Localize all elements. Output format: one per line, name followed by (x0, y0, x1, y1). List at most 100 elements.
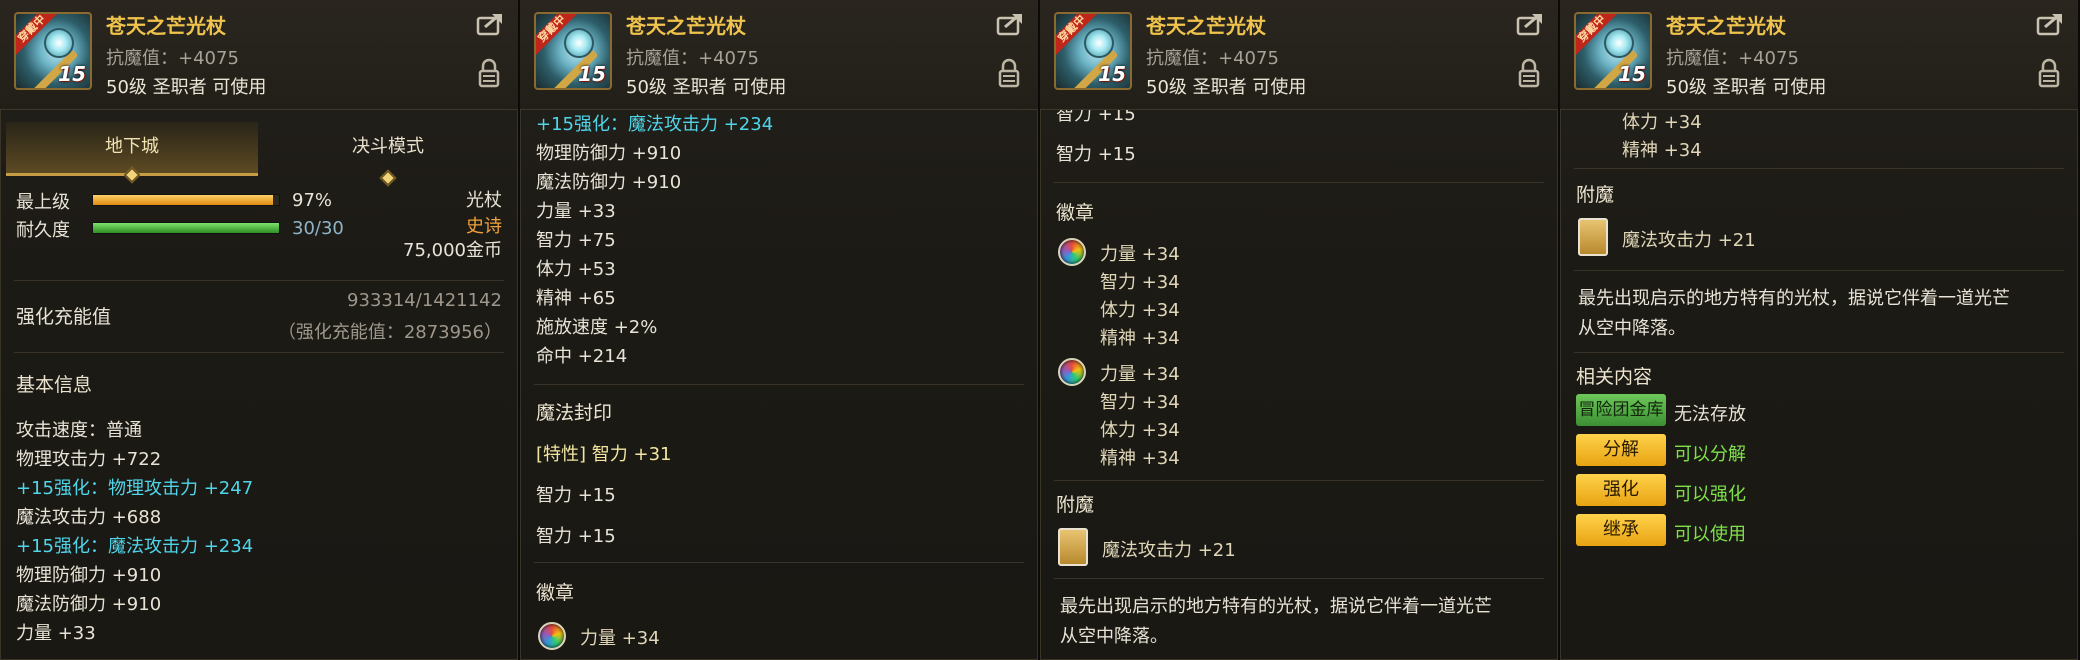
staff-item-icon: 穿戴中 15 (14, 12, 92, 90)
staff-item-icon: 穿戴中 15 (534, 12, 612, 90)
enhance-status: 可以强化 (1674, 484, 1746, 505)
badge-stat: 智力 +34 (1100, 272, 1180, 293)
divider (1054, 182, 1544, 183)
seal-line: [特性] 智力 +31 (536, 444, 672, 465)
enchant-card-icon (1058, 528, 1088, 566)
tooltip-header: 穿戴中 15 苍天之芒光杖 抗魔值：+4075 50级 圣职者 可使用 (1040, 0, 1558, 110)
adventure-vault-button[interactable]: 冒险团金库 (1576, 394, 1666, 426)
enhance-button[interactable]: 强化 (1576, 474, 1666, 506)
disassemble-status: 可以分解 (1674, 444, 1746, 465)
rainbow-orb-icon (1058, 358, 1086, 386)
grade-bar-fill (93, 195, 274, 205)
grade-bar (92, 194, 280, 206)
item-anti-magic-stat: 抗魔值：+4075 (1666, 48, 1799, 69)
charge-value: 933314/1421142 (347, 290, 502, 311)
enhance-level-badge: 15 (1098, 62, 1126, 86)
rarity-label: 史诗 (466, 216, 502, 237)
item-anti-magic-stat: 抗魔值：+4075 (1146, 48, 1279, 69)
enchant-stat: 魔法攻击力 +21 (1622, 230, 1756, 251)
lock-icon[interactable] (998, 58, 1020, 88)
divider (534, 562, 1024, 563)
item-tooltip-panel-4: 穿戴中 15 苍天之芒光杖 抗魔值：+4075 50级 圣职者 可使用 体力 +… (1560, 0, 2080, 660)
enchant-stat: 魔法攻击力 +21 (1102, 540, 1236, 561)
badge-stat: 体力 +34 (1622, 112, 1702, 133)
badge-stat: 精神 +34 (1100, 328, 1180, 349)
divider (1574, 270, 2064, 271)
item-tooltip-panel-1: 穿戴中 15 苍天之芒光杖 抗魔值：+4075 50级 圣职者 可使用 地下城 … (0, 0, 520, 660)
divider (14, 352, 504, 353)
inherit-button[interactable]: 继承 (1576, 514, 1666, 546)
related-content-title: 相关内容 (1576, 366, 1653, 388)
badge-stat: 力量 +34 (1100, 244, 1180, 265)
grade-label: 最上级 (16, 192, 70, 213)
enhance-level-badge: 15 (1618, 62, 1646, 86)
basic-info-line: 攻击速度：普通 (16, 420, 142, 441)
staff-item-icon: 穿戴中 15 (1054, 12, 1132, 90)
lock-icon[interactable] (478, 58, 500, 88)
item-description: 从空中降落。 (1578, 318, 1686, 339)
durability-bar-fill (93, 223, 279, 233)
tab-duel[interactable]: 决斗模式 (262, 122, 514, 187)
item-requirement: 50级 圣职者 可使用 (1146, 77, 1307, 98)
durability-bar (92, 222, 280, 234)
item-name: 苍天之芒光杖 (1146, 14, 1266, 38)
disassemble-button[interactable]: 分解 (1576, 434, 1666, 466)
divider (1054, 578, 1544, 579)
badge-stat: 精神 +34 (1100, 448, 1180, 469)
item-requirement: 50级 圣职者 可使用 (626, 77, 787, 98)
lock-icon[interactable] (2038, 58, 2060, 88)
stat-line: 智力 +75 (536, 230, 616, 251)
badge-stat: 精神 +34 (1622, 140, 1702, 161)
charge-total: （强化充能值：2873956） (277, 322, 502, 343)
basic-info-line: 力量 +33 (16, 623, 96, 644)
item-tooltip-panel-2: 穿戴中 15 苍天之芒光杖 抗魔值：+4075 50级 圣职者 可使用 +15强… (520, 0, 1040, 660)
magic-seal-title: 魔法封印 (536, 402, 613, 424)
item-tooltip-panel-3: 穿戴中 15 苍天之芒光杖 抗魔值：+4075 50级 圣职者 可使用 智力 +… (1040, 0, 1560, 660)
divider (1574, 352, 2064, 353)
badge-stat: 体力 +34 (1100, 300, 1180, 321)
share-icon[interactable] (476, 12, 504, 36)
stat-line: +15强化：魔法攻击力 +234 (536, 114, 774, 135)
item-name: 苍天之芒光杖 (626, 14, 746, 38)
stat-line: 力量 +33 (536, 201, 616, 222)
weapon-type: 光杖 (466, 190, 502, 211)
enchant-title: 附魔 (1056, 494, 1095, 516)
stat-line: 精神 +65 (536, 288, 616, 309)
badge-title: 徽章 (1056, 202, 1095, 224)
staff-item-icon: 穿戴中 15 (1574, 12, 1652, 90)
divider (14, 280, 504, 281)
badge-stat: 体力 +34 (1100, 420, 1180, 441)
item-name: 苍天之芒光杖 (1666, 14, 1786, 38)
tooltip-header: 穿戴中 15 苍天之芒光杖 抗魔值：+4075 50级 圣职者 可使用 (520, 0, 1038, 110)
divider (534, 384, 1024, 385)
item-requirement: 50级 圣职者 可使用 (106, 77, 267, 98)
durability-label: 耐久度 (16, 220, 70, 241)
basic-info-line: 物理攻击力 +722 (16, 449, 162, 470)
grade-value: 97% (292, 190, 333, 211)
badge-title: 徽章 (536, 582, 575, 604)
sell-price: 75,000金币 (403, 240, 502, 261)
lock-icon[interactable] (1518, 58, 1540, 88)
seal-line: 智力 +15 (536, 526, 616, 547)
inherit-status: 可以使用 (1674, 524, 1746, 545)
rainbow-orb-icon (1058, 238, 1086, 266)
tab-dungeon[interactable]: 地下城 (6, 122, 258, 184)
item-anti-magic-stat: 抗魔值：+4075 (106, 48, 239, 69)
tooltip-header: 穿戴中 15 苍天之芒光杖 抗魔值：+4075 50级 圣职者 可使用 (1560, 0, 2078, 110)
item-description: 最先出现启示的地方特有的光杖，据说它伴着一道光芒 (1578, 288, 2010, 309)
share-icon[interactable] (2036, 12, 2064, 36)
tab-duel-marker (379, 169, 397, 187)
tab-duel-label: 决斗模式 (352, 136, 424, 157)
item-name: 苍天之芒光杖 (106, 14, 226, 38)
vault-status: 无法存放 (1674, 404, 1746, 425)
enhance-level-badge: 15 (578, 62, 606, 86)
share-icon[interactable] (1516, 12, 1544, 36)
badge-stat: 力量 +34 (580, 628, 660, 649)
charge-label: 强化充能值 (16, 306, 112, 328)
share-icon[interactable] (996, 12, 1024, 36)
enchant-card-icon (1578, 218, 1608, 256)
seal-line: 智力 +15 (536, 485, 616, 506)
stat-line: 施放速度 +2% (536, 317, 658, 338)
badge-stat: 力量 +34 (1100, 364, 1180, 385)
item-anti-magic-stat: 抗魔值：+4075 (626, 48, 759, 69)
